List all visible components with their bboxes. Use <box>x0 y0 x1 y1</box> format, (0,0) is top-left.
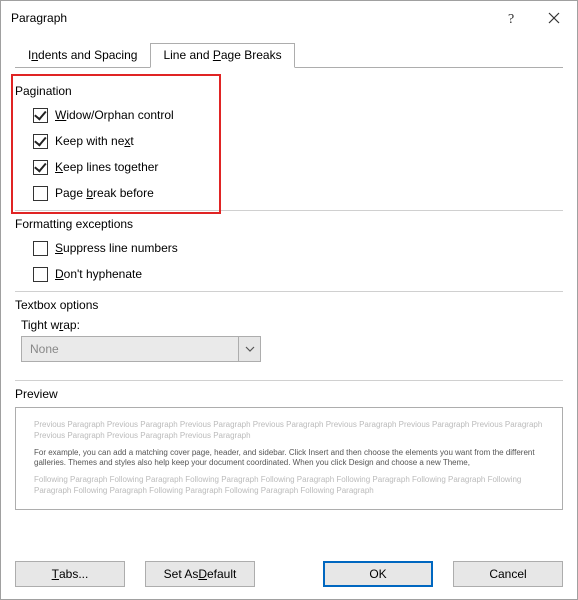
titlebar: Paragraph ? <box>1 1 577 35</box>
svg-text:?: ? <box>508 12 514 25</box>
preview-prev-text: Previous Paragraph Previous Paragraph Pr… <box>34 420 544 442</box>
suppress-checkbox[interactable] <box>33 241 48 256</box>
dont-hyphenate-row[interactable]: Don't hyphenate <box>33 263 563 285</box>
chevron-down-icon <box>245 346 255 352</box>
button-row: Tabs... Set As Default OK Cancel <box>1 551 577 599</box>
suppress-row[interactable]: Suppress line numbers <box>33 237 563 259</box>
tight-wrap-label: Tight wrap: <box>21 318 563 332</box>
set-default-button[interactable]: Set As Default <box>145 561 255 587</box>
close-button[interactable] <box>533 3 575 33</box>
keep-with-next-row[interactable]: Keep with next <box>33 130 563 152</box>
widow-orphan-checkbox[interactable] <box>33 108 48 123</box>
tab-strip: Indents and Spacing Line and Page Breaks <box>15 43 563 68</box>
cancel-button[interactable]: Cancel <box>453 561 563 587</box>
help-button[interactable]: ? <box>491 3 533 33</box>
textbox-label: Textbox options <box>15 298 563 312</box>
page-break-label: Page break before <box>55 186 154 200</box>
window-title: Paragraph <box>11 11 491 25</box>
suppress-label: Suppress line numbers <box>55 241 178 255</box>
help-icon: ? <box>505 11 519 25</box>
tab-content: Pagination Widow/Orphan control Keep wit… <box>15 68 563 541</box>
tight-wrap-select[interactable]: None <box>21 336 261 362</box>
divider-2 <box>15 291 563 292</box>
ok-button[interactable]: OK <box>323 561 433 587</box>
page-break-checkbox[interactable] <box>33 186 48 201</box>
paragraph-dialog: Paragraph ? Indents and Spacing Line and… <box>0 0 578 600</box>
tab-indents-spacing[interactable]: Indents and Spacing <box>15 43 150 68</box>
keep-with-next-label: Keep with next <box>55 134 134 148</box>
preview-next-text: Following Paragraph Following Paragraph … <box>34 475 544 497</box>
keep-lines-checkbox[interactable] <box>33 160 48 175</box>
preview-sample-text: For example, you can add a matching cove… <box>34 448 544 470</box>
divider-1 <box>15 210 563 211</box>
tabs-button[interactable]: Tabs... <box>15 561 125 587</box>
widow-orphan-label: Widow/Orphan control <box>55 108 174 122</box>
preview-label: Preview <box>15 387 563 401</box>
pagination-label: Pagination <box>15 84 563 98</box>
keep-lines-row[interactable]: Keep lines together <box>33 156 563 178</box>
tight-wrap-dropdown-button[interactable] <box>238 337 260 361</box>
dont-hyphenate-checkbox[interactable] <box>33 267 48 282</box>
page-break-row[interactable]: Page break before <box>33 182 563 204</box>
tight-wrap-value: None <box>22 342 238 356</box>
tab-line-page-breaks[interactable]: Line and Page Breaks <box>150 43 294 68</box>
keep-with-next-checkbox[interactable] <box>33 134 48 149</box>
dont-hyphenate-label: Don't hyphenate <box>55 267 142 281</box>
preview-box: Previous Paragraph Previous Paragraph Pr… <box>15 407 563 510</box>
widow-orphan-row[interactable]: Widow/Orphan control <box>33 104 563 126</box>
keep-lines-label: Keep lines together <box>55 160 158 174</box>
formatting-label: Formatting exceptions <box>15 217 563 231</box>
divider-3 <box>15 380 563 381</box>
close-icon <box>548 12 560 24</box>
